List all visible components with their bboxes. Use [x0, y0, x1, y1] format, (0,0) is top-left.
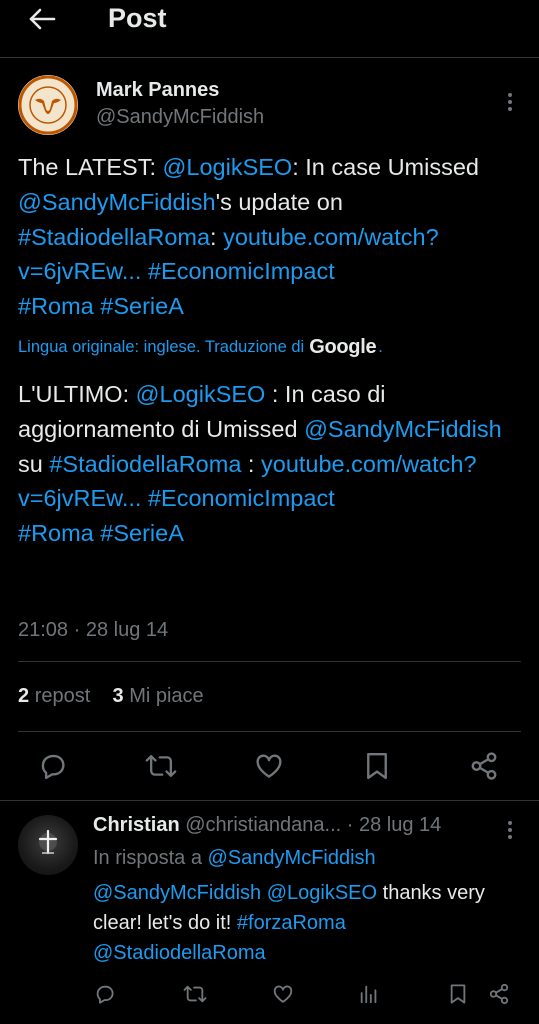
hashtag-link[interactable]: #Roma: [18, 520, 94, 546]
hashtag-link[interactable]: #EconomicImpact: [148, 258, 335, 284]
text-segment: The LATEST:: [18, 154, 163, 180]
reply-to-handle[interactable]: @SandyMcFiddish: [208, 847, 376, 869]
share-icon[interactable]: [464, 746, 504, 786]
reply-avatar[interactable]: [18, 815, 78, 875]
text-segment: :: [241, 450, 261, 477]
divider: [18, 731, 521, 732]
author-name[interactable]: Mark Pannes: [96, 79, 219, 102]
mention-link[interactable]: @SandyMcFiddish: [93, 882, 261, 904]
mention-link[interactable]: @LogikSEO: [267, 882, 377, 904]
translation-note[interactable]: Lingua originale: inglese. Traduzione di…: [18, 336, 383, 359]
back-arrow-icon[interactable]: [26, 4, 58, 34]
hashtag-link[interactable]: #SerieA: [100, 520, 184, 546]
reply-icon[interactable]: [33, 746, 73, 786]
like-icon[interactable]: [268, 979, 298, 1009]
reply-author-handle[interactable]: @christiandana...: [185, 814, 341, 836]
author-avatar[interactable]: [18, 75, 78, 135]
reposts-label[interactable]: repost: [35, 685, 91, 707]
mention-link[interactable]: @LogikSEO: [136, 381, 266, 407]
mention-link[interactable]: @LogikSEO: [163, 154, 293, 180]
text-segment: su: [18, 450, 50, 477]
reply-actions: [0, 976, 539, 1012]
mention-link[interactable]: @StadiodellaRoma: [93, 942, 266, 964]
repost-icon[interactable]: [180, 979, 210, 1009]
hashtag-link[interactable]: #forzaRoma: [237, 912, 346, 934]
post-text: The LATEST: @LogikSEO: In case Umissed @…: [18, 150, 523, 324]
translation-period: .: [378, 338, 383, 356]
repost-icon[interactable]: [141, 746, 181, 786]
hashtag-link[interactable]: #EconomicImpact: [148, 485, 335, 511]
reply-header: Christian @christiandana... · 28 lug 14: [93, 814, 513, 837]
reply-icon[interactable]: [90, 979, 120, 1009]
hashtag-link[interactable]: #StadiodellaRoma: [49, 451, 241, 477]
reply-text: @SandyMcFiddish @LogikSEO thanks very cl…: [93, 878, 513, 968]
likes-count[interactable]: 3: [113, 685, 124, 707]
reposts-count[interactable]: 2: [18, 685, 29, 707]
more-options-icon[interactable]: [498, 90, 522, 114]
mention-link[interactable]: @SandyMcFiddish: [304, 416, 502, 442]
post-actions: [0, 742, 539, 790]
text-segment: :: [210, 223, 224, 250]
page-title: Post: [108, 3, 167, 33]
text-segment: : In case Umissed: [292, 154, 479, 180]
text-segment: 's update on: [215, 188, 343, 215]
reply-more-options-icon[interactable]: [498, 818, 522, 842]
translated-text: L'ULTIMO: @LogikSEO : In caso di aggiorn…: [18, 377, 523, 551]
reply-to-label: In risposta a: [93, 847, 202, 869]
section-divider: [0, 800, 539, 801]
like-icon[interactable]: [249, 746, 289, 786]
reply-author-name[interactable]: Christian: [93, 814, 180, 836]
top-bar: Post: [0, 0, 539, 58]
hashtag-link[interactable]: #SerieA: [100, 293, 184, 319]
text-segment: L'ULTIMO:: [18, 381, 136, 407]
translation-label: Lingua originale: inglese. Traduzione di: [18, 338, 305, 356]
hashtag-link[interactable]: #StadiodellaRoma: [18, 224, 210, 250]
hashtag-link[interactable]: #Roma: [18, 293, 94, 319]
divider: [18, 661, 521, 662]
bookmark-icon[interactable]: [443, 979, 473, 1009]
author-handle[interactable]: @SandyMcFiddish: [96, 106, 264, 129]
likes-label[interactable]: Mi piace: [129, 685, 203, 707]
bookmark-icon[interactable]: [357, 746, 397, 786]
google-logo: Google: [309, 336, 377, 358]
reply-to-line: In risposta a @SandyMcFiddish: [93, 847, 376, 870]
reply-date[interactable]: · 28 lug 14: [347, 814, 442, 836]
share-icon[interactable]: [484, 979, 514, 1009]
mention-link[interactable]: @SandyMcFiddish: [18, 189, 216, 215]
post-timestamp[interactable]: 21:08 · 28 lug 14: [18, 619, 168, 642]
post-stats: 2 repost 3 Mi piace: [18, 685, 204, 708]
views-icon[interactable]: [354, 979, 384, 1009]
